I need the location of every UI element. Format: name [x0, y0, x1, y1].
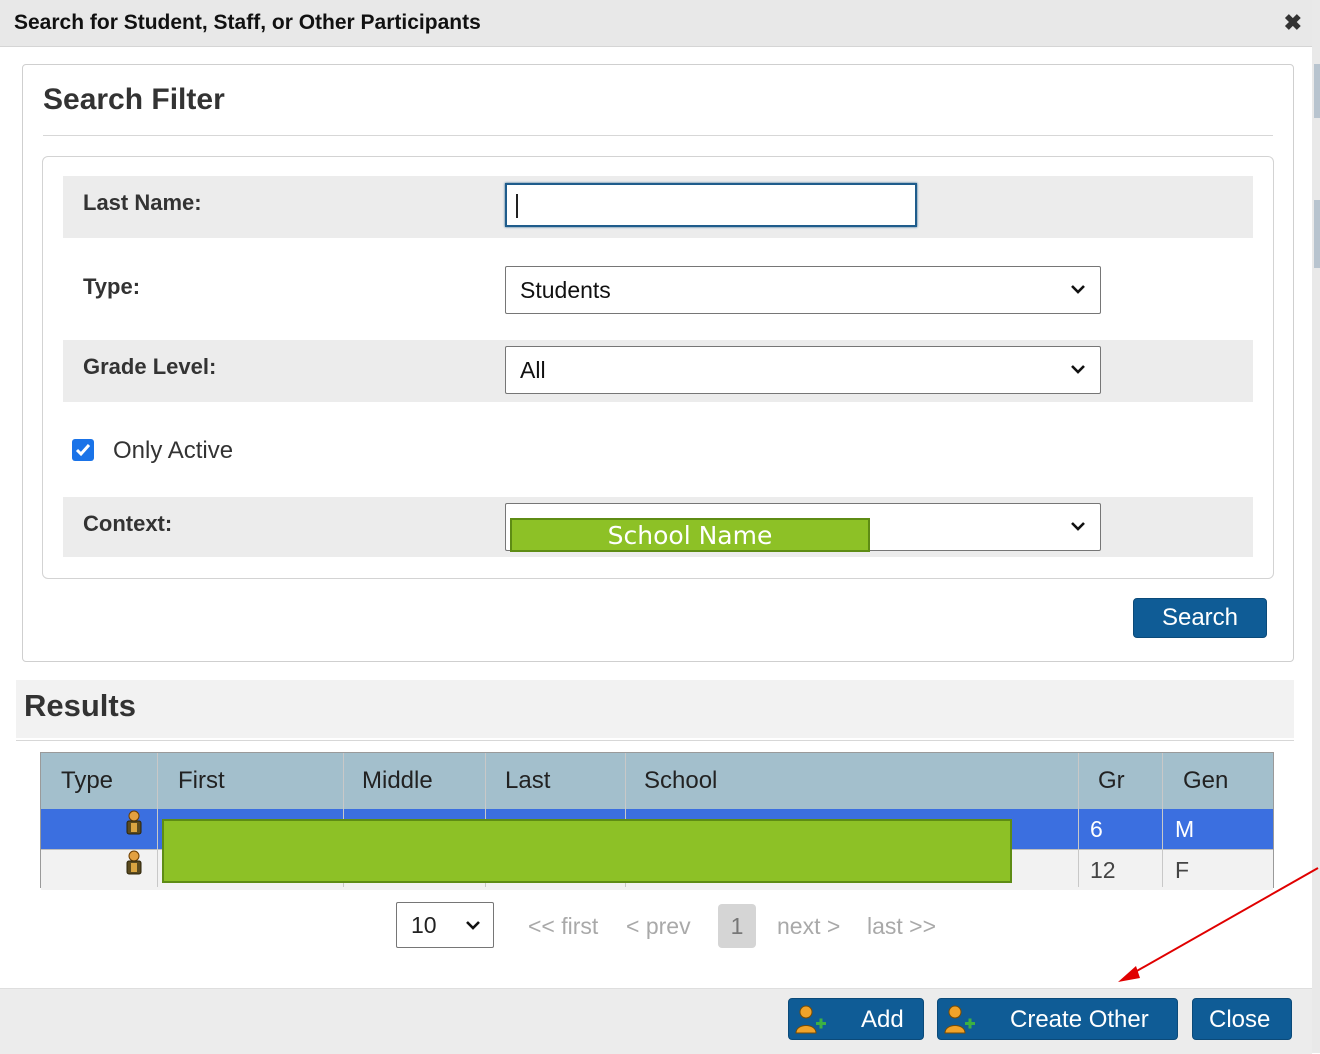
- background-segment: [1314, 200, 1320, 268]
- dialog-titlebar: Search for Student, Staff, or Other Part…: [0, 0, 1312, 47]
- grade-level-label: Grade Level:: [83, 354, 217, 379]
- add-person-icon: [944, 1005, 975, 1034]
- cell-gr: 6: [1090, 816, 1103, 842]
- redaction-box: [162, 819, 1012, 883]
- close-button[interactable]: Close: [1192, 998, 1292, 1040]
- context-select-value: School Name: [607, 521, 773, 550]
- checkmark-icon: [75, 444, 91, 457]
- divider: [43, 135, 1273, 136]
- last-name-label: Last Name:: [83, 190, 202, 215]
- chevron-down-icon: [466, 921, 480, 930]
- page-size-value: 10: [411, 912, 437, 938]
- cell-gen: F: [1175, 857, 1190, 883]
- type-select-value: Students: [520, 277, 611, 303]
- page-size-select[interactable]: 10: [396, 902, 494, 948]
- text-caret: [516, 194, 518, 218]
- create-other-button[interactable]: Create Other: [937, 998, 1178, 1040]
- add-button[interactable]: Add: [788, 998, 924, 1040]
- cell-gr: 12: [1090, 857, 1116, 883]
- results-title: Results: [24, 688, 136, 723]
- search-button[interactable]: Search: [1133, 598, 1267, 638]
- redaction-box: School Name: [510, 518, 870, 552]
- type-label: Type:: [83, 274, 141, 299]
- context-label: Context:: [83, 511, 173, 536]
- column-divider: [1162, 753, 1163, 887]
- column-header-school[interactable]: School: [644, 767, 717, 795]
- grade-level-select[interactable]: All: [505, 346, 1101, 394]
- chevron-down-icon: [1071, 285, 1085, 294]
- type-select[interactable]: Students: [505, 266, 1101, 314]
- student-icon: [126, 810, 142, 835]
- column-header-gr[interactable]: Gr: [1098, 767, 1125, 795]
- context-select[interactable]: School Name: [505, 503, 1101, 552]
- add-person-icon: [795, 1005, 826, 1034]
- create-other-button-label: Create Other: [1010, 1006, 1149, 1033]
- context-row: Context: School Name: [63, 497, 1253, 557]
- search-dialog: Search for Student, Staff, or Other Part…: [0, 0, 1313, 1054]
- grade-level-select-value: All: [520, 357, 546, 383]
- column-header-gen[interactable]: Gen: [1183, 767, 1228, 795]
- pager-last-link[interactable]: last >>: [867, 913, 936, 940]
- pager-next-link[interactable]: next >: [777, 913, 840, 940]
- cell-gen: M: [1175, 816, 1195, 842]
- column-header-first[interactable]: First: [178, 767, 225, 795]
- results-header: Results: [16, 680, 1294, 738]
- column-header-type[interactable]: Type: [61, 767, 113, 795]
- table-header: Type First Middle Last School Gr Gen: [41, 753, 1273, 809]
- last-name-row: Last Name:: [63, 176, 1253, 238]
- column-divider: [157, 753, 158, 887]
- chevron-down-icon: [1071, 365, 1085, 374]
- column-divider: [1078, 753, 1079, 887]
- grade-level-row: Grade Level: All: [63, 340, 1253, 402]
- chevron-down-icon: [1071, 522, 1085, 531]
- close-icon[interactable]: ✖: [1284, 10, 1302, 36]
- dialog-title: Search for Student, Staff, or Other Part…: [14, 11, 481, 34]
- filter-fields-box: Last Name: Type: Students Grade Level: A…: [42, 156, 1274, 579]
- last-name-input[interactable]: [505, 183, 917, 227]
- column-header-middle[interactable]: Middle: [362, 767, 433, 795]
- only-active-checkbox[interactable]: [72, 439, 94, 461]
- background-segment: [1314, 64, 1320, 118]
- student-icon: [126, 850, 142, 875]
- search-filter-title: Search Filter: [43, 83, 225, 116]
- only-active-label: Only Active: [113, 437, 234, 464]
- add-button-label: Add: [861, 1006, 904, 1033]
- pager-first-link[interactable]: << first: [528, 913, 598, 940]
- pager-current-page: 1: [718, 904, 756, 948]
- type-row: Type: Students: [63, 256, 1253, 318]
- divider: [16, 740, 1294, 741]
- results-table: Type First Middle Last School Gr Gen 6 M…: [40, 752, 1274, 890]
- search-filter-panel: Search Filter Last Name: Type: Students …: [22, 64, 1294, 662]
- close-button-label: Close: [1209, 1006, 1271, 1033]
- background-window-edge: [1312, 0, 1320, 1053]
- column-header-last[interactable]: Last: [505, 767, 550, 795]
- pager-prev-link[interactable]: < prev: [626, 913, 691, 940]
